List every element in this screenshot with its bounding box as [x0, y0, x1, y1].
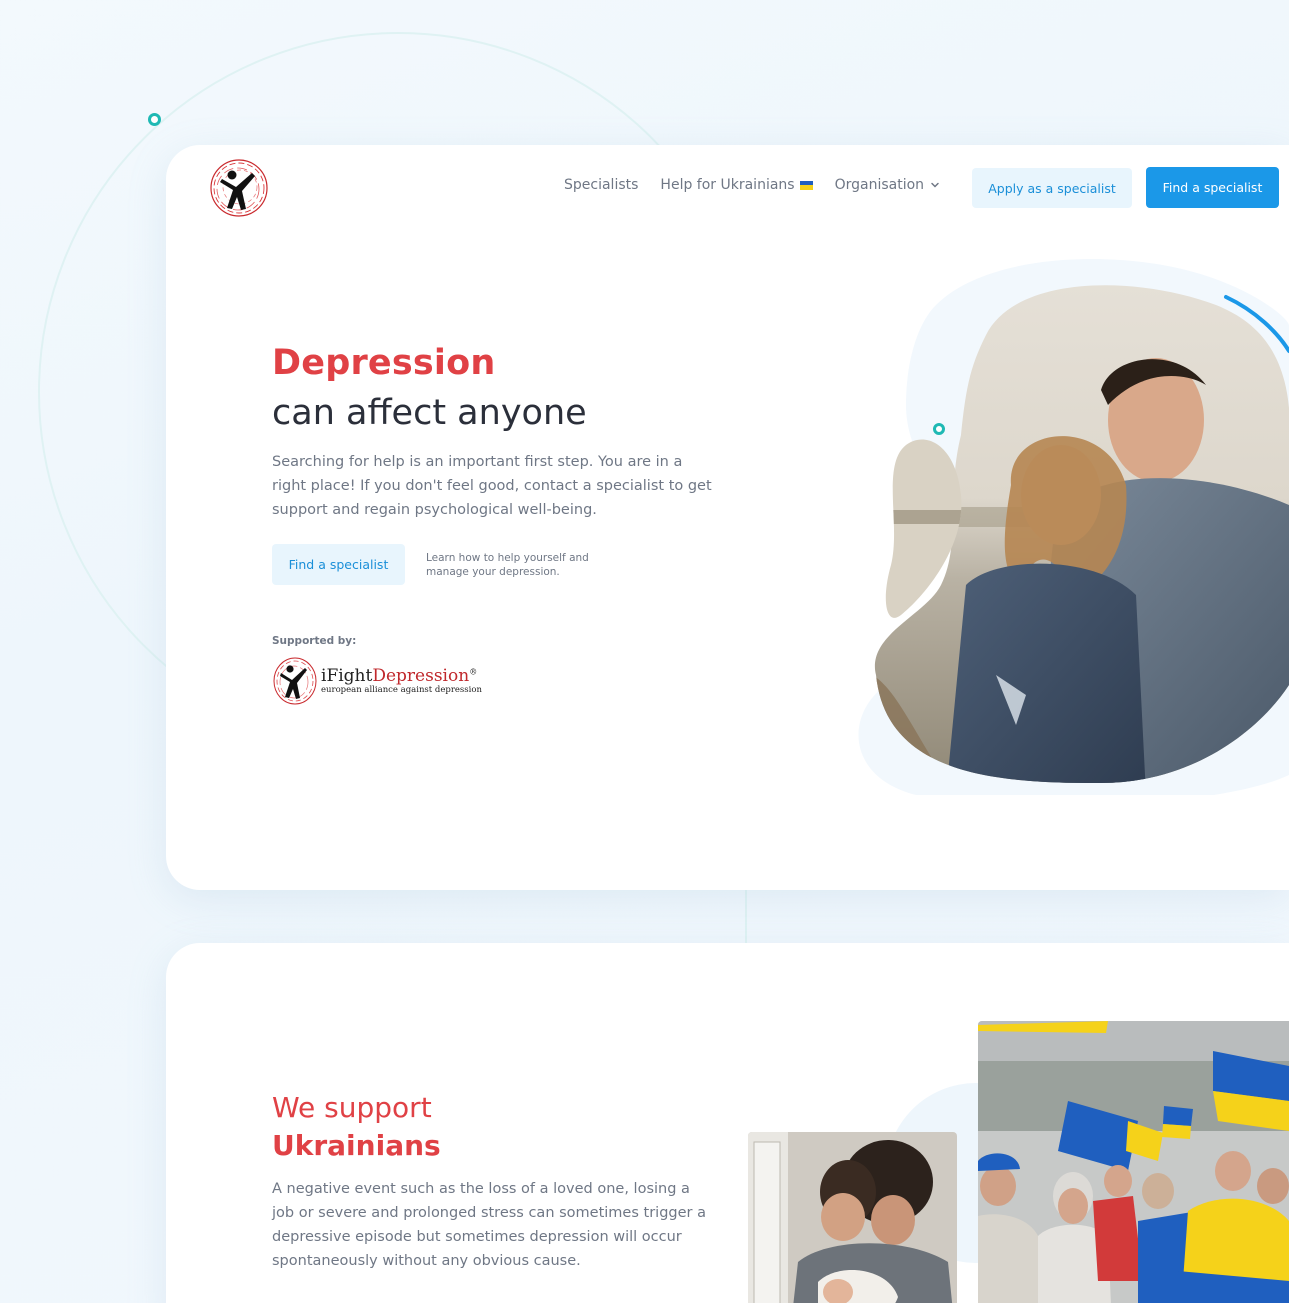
supporter-logo[interactable]: iFightDepression® european alliance agai…	[272, 656, 482, 706]
ukraine-support-card: We support Ukrainians A negative event s…	[166, 943, 1289, 1303]
supporter-tagline: european alliance against depression	[321, 684, 482, 695]
find-specialist-header-button[interactable]: Find a specialist	[1146, 167, 1279, 208]
main-nav: Specialists Help for Ukrainians Organisa…	[564, 177, 962, 193]
apply-as-specialist-button[interactable]: Apply as a specialist	[972, 168, 1132, 208]
decor-dot	[148, 113, 161, 126]
hero-couple-photo	[858, 259, 1289, 795]
hero-cta-note: Learn how to help yourself and manage yo…	[426, 552, 589, 578]
supporter-name: iFightDepression®	[321, 665, 478, 686]
hero-description: Searching for help is an important first…	[272, 454, 712, 518]
nav-item-help-for-ukrainians[interactable]: Help for Ukrainians	[660, 177, 813, 193]
hero-card: Specialists Help for Ukrainians Organisa…	[166, 145, 1289, 890]
nav-item-label: Help for Ukrainians	[660, 177, 795, 193]
ifightdepression-logo-icon	[210, 159, 268, 217]
ukraine-title-line2: Ukrainians	[272, 1129, 441, 1162]
ukraine-flag-icon	[799, 180, 813, 190]
nav-item-specialists[interactable]: Specialists	[564, 177, 638, 193]
nav-item-label: Organisation	[834, 177, 925, 193]
ifightdepression-mark-icon	[273, 657, 317, 705]
nav-item-organisation[interactable]: Organisation	[835, 177, 940, 193]
hero-title-highlight: Depression	[272, 343, 496, 383]
family-photo	[748, 1132, 957, 1303]
chevron-down-icon	[931, 182, 939, 188]
ukraine-description: A negative event such as the loss of a l…	[272, 1181, 706, 1269]
find-specialist-hero-button[interactable]: Find a specialist	[272, 544, 405, 585]
ukraine-rally-photo	[978, 1021, 1289, 1303]
ukraine-title-line1: We support	[272, 1091, 432, 1124]
supported-by-label: Supported by:	[272, 635, 357, 647]
nav-item-label: Specialists	[564, 177, 639, 193]
hero-title: can affect anyone	[272, 393, 587, 433]
